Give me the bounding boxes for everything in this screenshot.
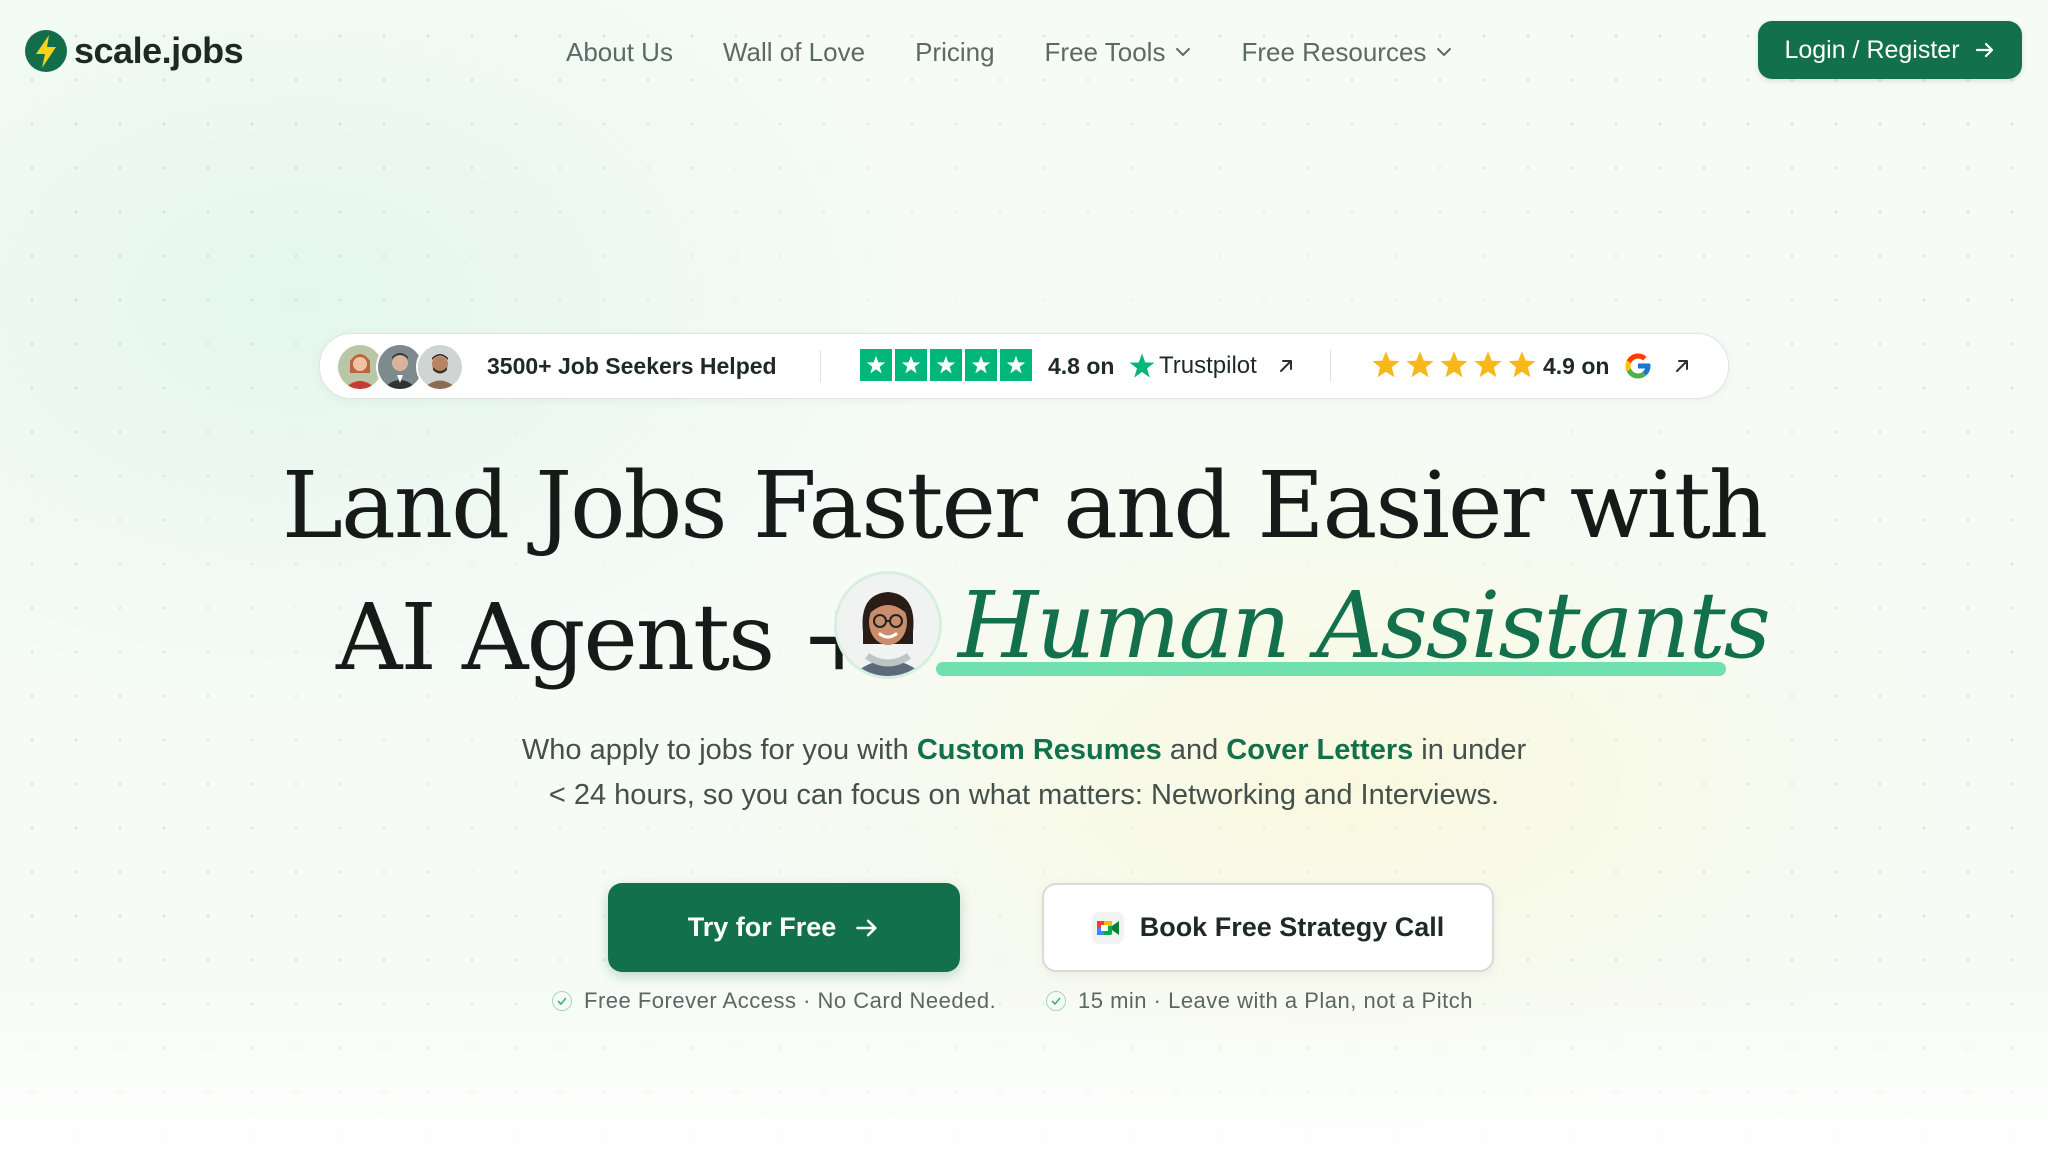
primary-cta-note: Free Forever Access · No Card Needed. <box>552 984 996 1018</box>
google-g-icon <box>1625 353 1651 379</box>
cover-letters-highlight: Cover Letters <box>1226 734 1414 766</box>
star-icon <box>1508 351 1536 378</box>
trustpilot-star-icon <box>965 349 997 381</box>
secondary-cta-note: 15 min · Leave with a Plan, not a Pitch <box>1046 984 1473 1018</box>
nav-about-us[interactable]: About Us <box>566 37 673 68</box>
logo-text: scale.jobs <box>74 30 244 71</box>
star-icon <box>1406 351 1434 378</box>
avatar <box>416 343 464 391</box>
customer-avatars <box>336 343 464 391</box>
assistant-avatar <box>834 571 942 679</box>
arrow-right-icon <box>1975 42 1993 58</box>
arrow-up-right-icon <box>1676 360 1688 372</box>
nav-wall-of-love[interactable]: Wall of Love <box>723 37 865 68</box>
google-stars <box>1370 349 1538 381</box>
job-seekers-helped: 3500+ Job Seekers Helped <box>487 352 777 379</box>
hero-title-line1: Land Jobs Faster and Easier with <box>281 452 1768 559</box>
nav-free-resources[interactable]: Free Resources <box>1241 37 1452 68</box>
google-meet-icon <box>1091 911 1124 944</box>
hero-subtitle-line1: Who apply to jobs for you with Custom Re… <box>521 734 1527 766</box>
nav-pricing[interactable]: Pricing <box>915 37 994 68</box>
trustpilot-star-icon <box>1000 349 1032 381</box>
trustpilot-logo[interactable]: Trustpilot <box>1127 334 1295 398</box>
trustpilot-star-icon <box>860 349 892 381</box>
star-icon <box>1372 351 1400 378</box>
star-icon <box>1474 351 1502 378</box>
nav-free-tools[interactable]: Free Tools <box>1045 37 1192 68</box>
trustpilot-star-icon <box>895 349 927 381</box>
hero-subtitle-line2: < 24 hours, so you can focus on what mat… <box>548 779 1500 811</box>
trustpilot-rating: 4.8 on <box>1048 352 1115 379</box>
custom-resumes-highlight: Custom Resumes <box>916 734 1162 766</box>
logo[interactable]: scale.jobs <box>24 28 244 74</box>
google-rating: 4.9 on <box>1543 352 1610 379</box>
arrow-up-right-icon <box>1279 360 1292 372</box>
try-for-free-button[interactable]: Try for Free <box>608 883 960 972</box>
arrow-right-icon <box>856 919 877 936</box>
google-review-link[interactable] <box>1623 334 1691 398</box>
main-nav: About Us Wall of Love Pricing Free Tools… <box>566 30 1502 74</box>
divider <box>1330 350 1331 382</box>
check-circle-icon <box>1046 991 1066 1011</box>
trustpilot-stars <box>860 349 1032 381</box>
social-proof-bar: 3500+ Job Seekers Helped 4.8 on Trustpil… <box>319 333 1729 399</box>
trustpilot-star-icon <box>930 349 962 381</box>
trustpilot-star-icon <box>1129 353 1155 378</box>
check-circle-icon <box>552 991 572 1011</box>
login-register-button[interactable]: Login / Register <box>1758 21 2022 79</box>
book-strategy-call-button[interactable]: Book Free Strategy Call <box>1042 883 1494 972</box>
logo-bolt-icon <box>25 30 67 72</box>
chevron-down-icon <box>1176 48 1191 57</box>
star-icon <box>1440 351 1468 378</box>
hero-title-highlight: Human Assistants <box>958 572 1771 679</box>
hero-title-line2: AI Agents + <box>336 584 878 691</box>
chevron-down-icon <box>1437 48 1452 57</box>
divider <box>820 350 821 382</box>
